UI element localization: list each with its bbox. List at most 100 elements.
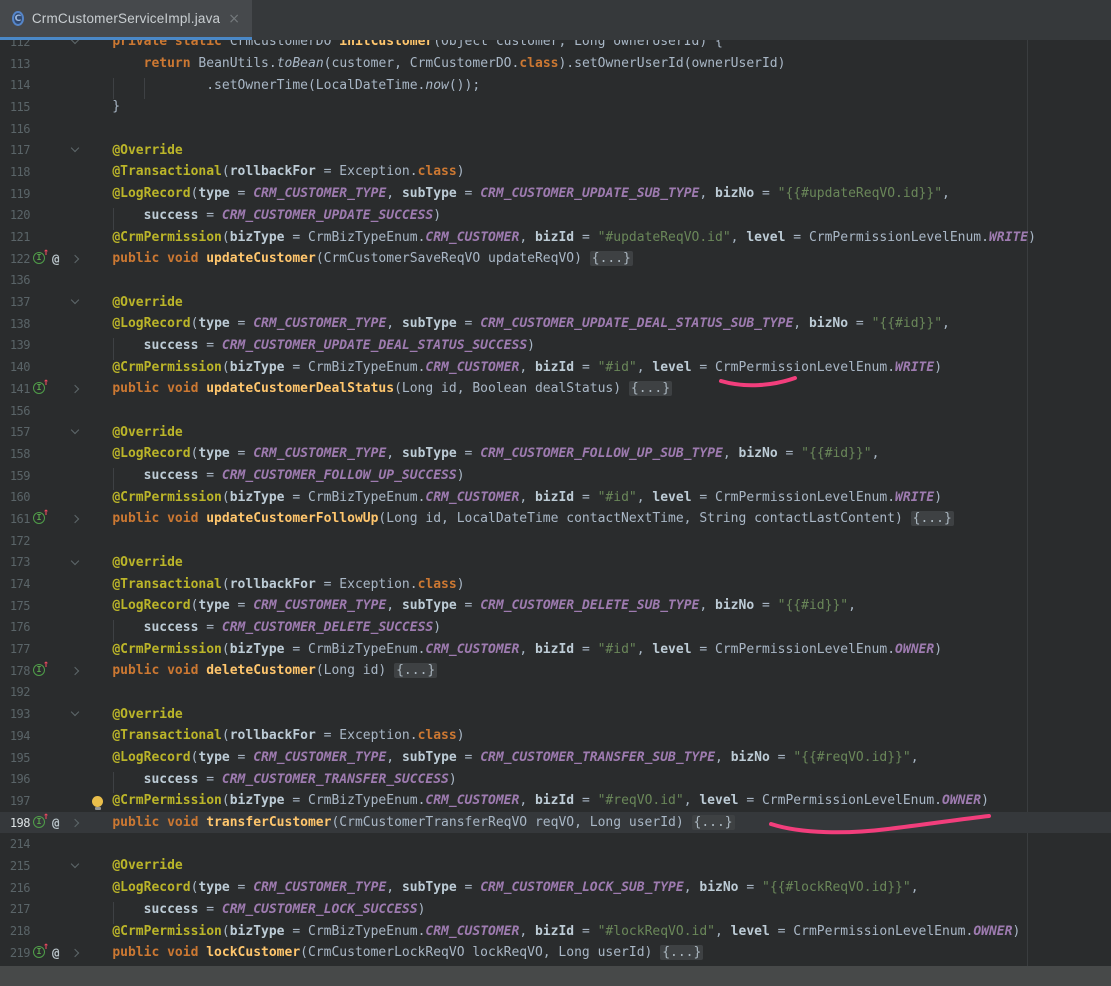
line-number[interactable]: 173	[0, 555, 30, 569]
code-line-text[interactable]: @LogRecord(type = CRM_CUSTOMER_TYPE, sub…	[81, 186, 1111, 201]
code-line-text[interactable]: public void updateCustomerDealStatus(Lon…	[81, 381, 1111, 396]
line-number[interactable]: 215	[0, 859, 30, 873]
code-line-text[interactable]: .setOwnerTime(LocalDateTime.now());	[81, 78, 1111, 93]
line-number[interactable]: 140	[0, 360, 30, 374]
line-number[interactable]: 160	[0, 490, 30, 504]
code-line-row[interactable]: 193 @Override	[0, 703, 1111, 725]
line-number[interactable]: 193	[0, 707, 30, 721]
code-line-text[interactable]: @CrmPermission(bizType = CrmBizTypeEnum.…	[81, 490, 1111, 505]
code-line-row[interactable]: 178I↑ public void deleteCustomer(Long id…	[0, 660, 1111, 682]
annotated-method-icon[interactable]: @	[52, 251, 60, 266]
code-line-text[interactable]: success = CRM_CUSTOMER_TRANSFER_SUCCESS)	[81, 772, 1111, 787]
code-line-text[interactable]: @Transactional(rollbackFor = Exception.c…	[81, 577, 1111, 592]
code-line-text[interactable]: public void lockCustomer(CrmCustomerLock…	[81, 945, 1111, 960]
code-line-row[interactable]: 141I↑ public void updateCustomerDealStat…	[0, 378, 1111, 400]
fold-open-chevron-icon[interactable]	[71, 708, 79, 716]
code-line-row[interactable]: 174 @Transactional(rollbackFor = Excepti…	[0, 573, 1111, 595]
code-line-row[interactable]: 198I↑@ public void transferCustomer(CrmC…	[0, 812, 1111, 834]
code-line-row[interactable]: 195 @LogRecord(type = CRM_CUSTOMER_TYPE,…	[0, 747, 1111, 769]
line-number[interactable]: 116	[0, 122, 30, 136]
line-number[interactable]: 119	[0, 187, 30, 201]
code-line-row[interactable]: 216 @LogRecord(type = CRM_CUSTOMER_TYPE,…	[0, 877, 1111, 899]
code-line-row[interactable]: 192	[0, 682, 1111, 704]
line-number[interactable]: 197	[0, 794, 30, 808]
code-line-text[interactable]: success = CRM_CUSTOMER_LOCK_SUCCESS)	[81, 902, 1111, 917]
code-line-text[interactable]: }	[81, 99, 1111, 114]
code-line-text[interactable]: @Override	[81, 143, 1111, 158]
fold-open-chevron-icon[interactable]	[71, 556, 79, 564]
code-line-row[interactable]: 194 @Transactional(rollbackFor = Excepti…	[0, 725, 1111, 747]
fold-collapsed-chevron-icon[interactable]	[71, 819, 79, 827]
horizontal-scrollbar[interactable]	[0, 966, 1111, 986]
annotated-method-icon[interactable]: @	[52, 815, 60, 830]
code-line-row[interactable]: 115 }	[0, 96, 1111, 118]
line-number[interactable]: 172	[0, 534, 30, 548]
code-line-text[interactable]: @LogRecord(type = CRM_CUSTOMER_TYPE, sub…	[81, 598, 1111, 613]
code-line-text[interactable]: @LogRecord(type = CRM_CUSTOMER_TYPE, sub…	[81, 316, 1111, 331]
code-line-text[interactable]: public void deleteCustomer(Long id) {...…	[81, 663, 1111, 678]
code-line-row[interactable]: 160 @CrmPermission(bizType = CrmBizTypeE…	[0, 486, 1111, 508]
line-number[interactable]: 218	[0, 924, 30, 938]
fold-open-chevron-icon[interactable]	[71, 860, 79, 868]
code-line-row[interactable]: 119 @LogRecord(type = CRM_CUSTOMER_TYPE,…	[0, 183, 1111, 205]
code-line-row[interactable]: 218 @CrmPermission(bizType = CrmBizTypeE…	[0, 920, 1111, 942]
tab-crmcustomerserviceimpl[interactable]: C CrmCustomerServiceImpl.java ×	[0, 0, 252, 40]
line-number[interactable]: 137	[0, 295, 30, 309]
code-line-text[interactable]: @LogRecord(type = CRM_CUSTOMER_TYPE, sub…	[81, 750, 1111, 765]
fold-collapsed-chevron-icon[interactable]	[71, 385, 79, 393]
line-number[interactable]: 122	[0, 252, 30, 266]
line-number[interactable]: 174	[0, 577, 30, 591]
fold-open-chevron-icon[interactable]	[71, 426, 79, 434]
code-editor[interactable]: 112 private static CrmCustomerDO initCus…	[0, 0, 1111, 986]
code-line-row[interactable]: 177 @CrmPermission(bizType = CrmBizTypeE…	[0, 638, 1111, 660]
line-number[interactable]: 217	[0, 902, 30, 916]
code-line-text[interactable]: @Transactional(rollbackFor = Exception.c…	[81, 728, 1111, 743]
code-line-text[interactable]: return BeanUtils.toBean(customer, CrmCus…	[81, 56, 1111, 71]
line-number[interactable]: 195	[0, 751, 30, 765]
code-line-text[interactable]: success = CRM_CUSTOMER_FOLLOW_UP_SUCCESS…	[81, 468, 1111, 483]
line-number[interactable]: 214	[0, 837, 30, 851]
line-number[interactable]: 141	[0, 382, 30, 396]
code-line-row[interactable]: 117 @Override	[0, 139, 1111, 161]
code-line-row[interactable]: 197 @CrmPermission(bizType = CrmBizTypeE…	[0, 790, 1111, 812]
line-number[interactable]: 114	[0, 78, 30, 92]
code-line-row[interactable]: 219I↑@ public void lockCustomer(CrmCusto…	[0, 942, 1111, 964]
line-number[interactable]: 159	[0, 469, 30, 483]
code-line-row[interactable]: 176 success = CRM_CUSTOMER_DELETE_SUCCES…	[0, 617, 1111, 639]
line-number[interactable]: 198	[0, 816, 30, 830]
line-number[interactable]: 219	[0, 946, 30, 960]
code-line-text[interactable]: success = CRM_CUSTOMER_UPDATE_SUCCESS)	[81, 208, 1111, 223]
code-line-row[interactable]: 157 @Override	[0, 421, 1111, 443]
code-line-row[interactable]: 217 success = CRM_CUSTOMER_LOCK_SUCCESS)	[0, 899, 1111, 921]
line-number[interactable]: 157	[0, 425, 30, 439]
code-line-text[interactable]: @Override	[81, 707, 1111, 722]
line-number[interactable]: 178	[0, 664, 30, 678]
code-line-text[interactable]: @Override	[81, 295, 1111, 310]
code-line-row[interactable]: 158 @LogRecord(type = CRM_CUSTOMER_TYPE,…	[0, 443, 1111, 465]
code-line-text[interactable]: success = CRM_CUSTOMER_UPDATE_DEAL_STATU…	[81, 338, 1111, 353]
code-line-text[interactable]: success = CRM_CUSTOMER_DELETE_SUCCESS)	[81, 620, 1111, 635]
fold-open-chevron-icon[interactable]	[71, 296, 79, 304]
code-line-text[interactable]: @Transactional(rollbackFor = Exception.c…	[81, 164, 1111, 179]
line-number[interactable]: 136	[0, 273, 30, 287]
code-line-text[interactable]: public void updateCustomerFollowUp(Long …	[81, 511, 1111, 526]
code-line-row[interactable]: 173 @Override	[0, 552, 1111, 574]
code-line-row[interactable]: 121 @CrmPermission(bizType = CrmBizTypeE…	[0, 226, 1111, 248]
fold-collapsed-chevron-icon[interactable]	[71, 255, 79, 263]
line-number[interactable]: 121	[0, 230, 30, 244]
code-line-text[interactable]: @CrmPermission(bizType = CrmBizTypeEnum.…	[81, 360, 1111, 375]
line-number[interactable]: 118	[0, 165, 30, 179]
code-line-row[interactable]: 140 @CrmPermission(bizType = CrmBizTypeE…	[0, 356, 1111, 378]
line-number[interactable]: 115	[0, 100, 30, 114]
code-line-text[interactable]: @LogRecord(type = CRM_CUSTOMER_TYPE, sub…	[81, 446, 1111, 461]
fold-collapsed-chevron-icon[interactable]	[71, 515, 79, 523]
line-number[interactable]: 196	[0, 772, 30, 786]
line-number[interactable]: 139	[0, 338, 30, 352]
line-number[interactable]: 117	[0, 143, 30, 157]
line-number[interactable]: 161	[0, 512, 30, 526]
code-line-row[interactable]: 215 @Override	[0, 855, 1111, 877]
line-number[interactable]: 120	[0, 208, 30, 222]
line-number[interactable]: 158	[0, 447, 30, 461]
code-line-text[interactable]: @CrmPermission(bizType = CrmBizTypeEnum.…	[81, 230, 1111, 245]
code-line-row[interactable]: 137 @Override	[0, 291, 1111, 313]
